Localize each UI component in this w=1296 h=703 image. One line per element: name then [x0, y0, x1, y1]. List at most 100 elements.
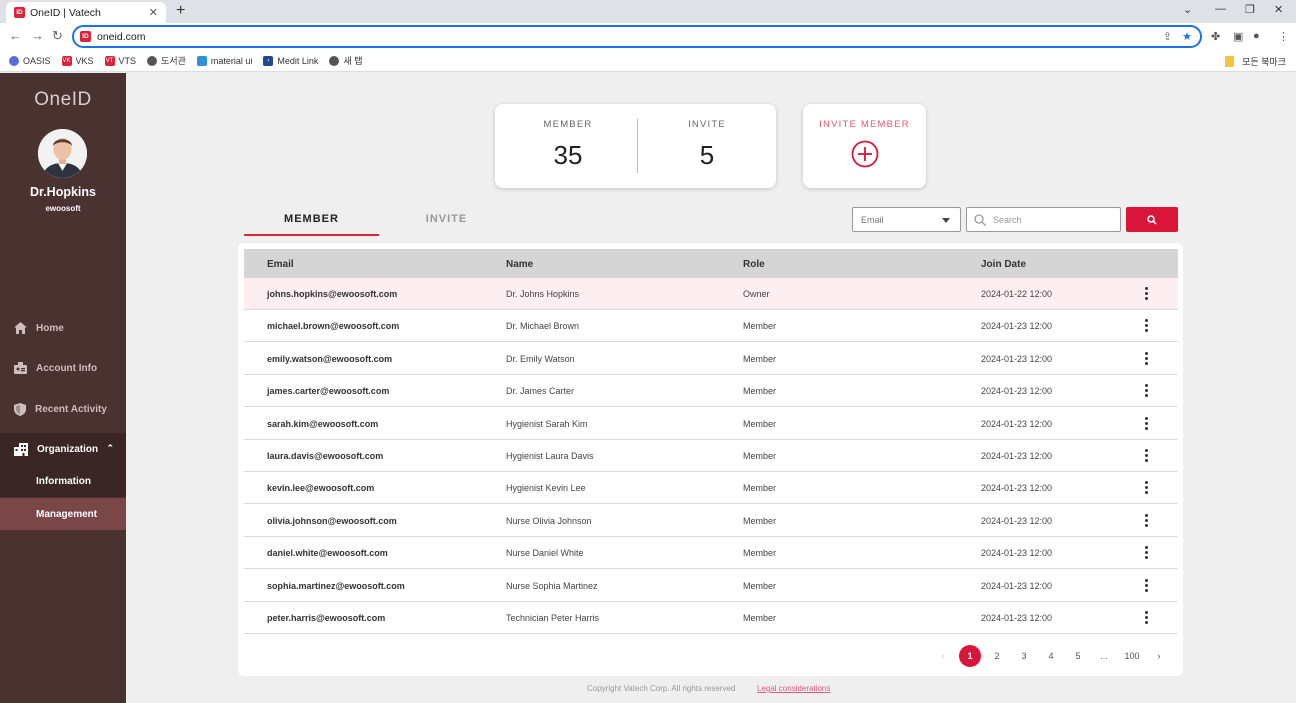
- bookmark-library[interactable]: 도서관: [147, 54, 186, 67]
- url-text[interactable]: oneid.com: [97, 31, 145, 43]
- nav-account-info-label: Account Info: [36, 362, 98, 374]
- bookmark-medit-link[interactable]: › Medit Link: [263, 55, 318, 66]
- row-more-icon[interactable]: [1142, 319, 1152, 333]
- page-2[interactable]: 2: [986, 645, 1008, 667]
- minimize-icon[interactable]: —: [1215, 3, 1226, 15]
- cell-name: Dr. Emily Watson: [506, 353, 575, 364]
- nav-recent-activity[interactable]: Recent Activity: [0, 393, 126, 425]
- row-more-icon[interactable]: [1142, 611, 1152, 625]
- nav-home[interactable]: Home: [0, 312, 126, 344]
- row-more-icon[interactable]: [1142, 546, 1152, 560]
- tab-member[interactable]: MEMBER: [244, 207, 379, 236]
- cell-email: sophia.martinez@ewoosoft.com: [267, 580, 405, 591]
- bookmark-new-tab[interactable]: 새 탭: [329, 54, 363, 67]
- row-more-icon[interactable]: [1142, 351, 1152, 366]
- close-tab-icon[interactable]: ✕: [149, 6, 158, 19]
- cell-email: olivia.johnson@ewoosoft.com: [267, 515, 397, 526]
- table-row[interactable]: michael.brown@ewoosoft.com Dr. Michael Br…: [244, 310, 1178, 343]
- app-logo: OneID: [34, 89, 92, 110]
- page-4[interactable]: 4: [1040, 645, 1062, 667]
- table-row[interactable]: olivia.johnson@ewoosoft.com Nurse Olivia …: [244, 505, 1178, 537]
- page-100[interactable]: 100: [1121, 645, 1143, 667]
- all-bookmarks[interactable]: 모든 북마크: [1225, 55, 1286, 68]
- table-row[interactable]: laura.davis@ewoosoft.com Hygienist Laura …: [244, 440, 1178, 472]
- search-filter-value: Email: [861, 215, 884, 225]
- search-field[interactable]: [966, 207, 1121, 232]
- page-5[interactable]: 5: [1067, 645, 1089, 667]
- cell-email: kevin.lee@ewoosoft.com: [267, 483, 375, 494]
- avatar-photo: [38, 129, 87, 178]
- profile-icon[interactable]: ●: [1253, 30, 1260, 42]
- cell-email: sarah.kim@ewoosoft.com: [267, 418, 379, 429]
- folder-icon: [1225, 56, 1235, 67]
- row-more-icon[interactable]: [1142, 384, 1152, 398]
- bookmark-vts[interactable]: VT VTS: [104, 55, 137, 66]
- window-close-icon[interactable]: ✕: [1274, 3, 1283, 16]
- tab-invite[interactable]: INVITE: [379, 207, 514, 236]
- tab-search-chevron-icon[interactable]: ⌄: [1183, 3, 1192, 16]
- bookmark-label: VTS: [118, 55, 137, 66]
- header-join-date[interactable]: Join Date: [981, 259, 1026, 270]
- table-header: Email Name Role Join Date: [244, 249, 1178, 278]
- table-row[interactable]: peter.harris@ewoosoft.com Technician Pete…: [244, 602, 1178, 634]
- reload-icon[interactable]: ↻: [52, 28, 63, 44]
- add-circle-icon[interactable]: [851, 140, 879, 168]
- bookmark-oasis[interactable]: OASIS: [9, 55, 51, 66]
- page-1[interactable]: 1: [959, 645, 981, 667]
- nav-management[interactable]: Management: [0, 498, 126, 530]
- table-row[interactable]: emily.watson@ewoosoft.com Dr. Emily Watso…: [244, 343, 1178, 375]
- row-more-icon[interactable]: [1142, 416, 1152, 431]
- member-count-label: MEMBER: [543, 119, 593, 130]
- table-row[interactable]: kevin.lee@ewoosoft.com Hygienist Kevin Le…: [244, 472, 1178, 505]
- row-more-icon[interactable]: [1142, 287, 1152, 301]
- vts-icon: VT: [104, 55, 115, 66]
- bookmark-vks[interactable]: VK VKS: [61, 55, 94, 66]
- share-icon[interactable]: ⇪: [1163, 30, 1172, 43]
- menu-kebab-icon[interactable]: ⋮: [1278, 30, 1289, 43]
- search-button[interactable]: [1126, 207, 1178, 232]
- next-page-icon[interactable]: ›: [1148, 645, 1170, 667]
- table-row[interactable]: johns.hopkins@ewoosoft.com Dr. Johns Hopk…: [244, 278, 1178, 310]
- header-name[interactable]: Name: [506, 259, 533, 270]
- cell-email: james.carter@ewoosoft.com: [267, 386, 390, 397]
- cell-join-date: 2024-01-22 12:00: [981, 289, 1053, 299]
- row-more-icon[interactable]: [1142, 481, 1152, 495]
- legal-considerations-link[interactable]: Legal considerations: [757, 684, 830, 693]
- address-bar[interactable]: ID oneid.com ⇪ ★: [72, 25, 1202, 48]
- header-email[interactable]: Email: [267, 259, 294, 270]
- nav-information[interactable]: Information: [0, 465, 126, 497]
- search-input[interactable]: [993, 214, 1113, 225]
- footer-legal-wrap: Legal considerations: [757, 684, 830, 693]
- invite-stat: INVITE 5: [637, 104, 777, 171]
- row-more-icon[interactable]: [1142, 578, 1152, 593]
- row-more-icon[interactable]: [1142, 513, 1152, 528]
- invite-member-card[interactable]: INVITE MEMBER: [803, 104, 926, 188]
- bookmark-star-icon[interactable]: ★: [1182, 30, 1192, 43]
- table-row[interactable]: james.carter@ewoosoft.com Dr. James Carte…: [244, 375, 1178, 408]
- extensions-icon[interactable]: ✤: [1211, 30, 1220, 43]
- cell-role: Member: [743, 515, 777, 526]
- table-row[interactable]: sarah.kim@ewoosoft.com Hygienist Sarah Ki…: [244, 408, 1178, 440]
- row-more-icon[interactable]: [1142, 449, 1152, 463]
- medit-link-icon: ›: [263, 55, 274, 66]
- side-panel-icon[interactable]: ▣: [1233, 30, 1243, 43]
- cell-role: Member: [743, 613, 777, 623]
- page-3[interactable]: 3: [1013, 645, 1035, 667]
- table-row[interactable]: daniel.white@ewoosoft.com Nurse Daniel Wh…: [244, 537, 1178, 570]
- bookmark-material-ui[interactable]: material ui: [196, 55, 252, 66]
- nav-organization[interactable]: Organization ⌃: [0, 433, 126, 465]
- browser-tab[interactable]: ID OneID | Vatech ✕: [6, 2, 166, 23]
- forward-icon[interactable]: →: [31, 28, 44, 43]
- cell-name: Hygienist Sarah Kim: [506, 418, 588, 429]
- new-tab-icon[interactable]: +: [176, 2, 185, 20]
- table-row[interactable]: sophia.martinez@ewoosoft.com Nurse Sophia…: [244, 570, 1178, 602]
- cell-name: Dr. Johns Hopkins: [506, 289, 580, 299]
- member-stat: MEMBER 35: [498, 104, 638, 171]
- nav-account-info[interactable]: Account Info: [0, 352, 126, 384]
- header-role[interactable]: Role: [743, 259, 765, 270]
- prev-page-icon[interactable]: ‹: [932, 645, 954, 667]
- back-icon[interactable]: ←: [9, 28, 22, 43]
- restore-icon[interactable]: ❐: [1245, 3, 1255, 16]
- search-filter-select[interactable]: Email: [852, 207, 961, 232]
- cell-email: johns.hopkins@ewoosoft.com: [267, 289, 398, 299]
